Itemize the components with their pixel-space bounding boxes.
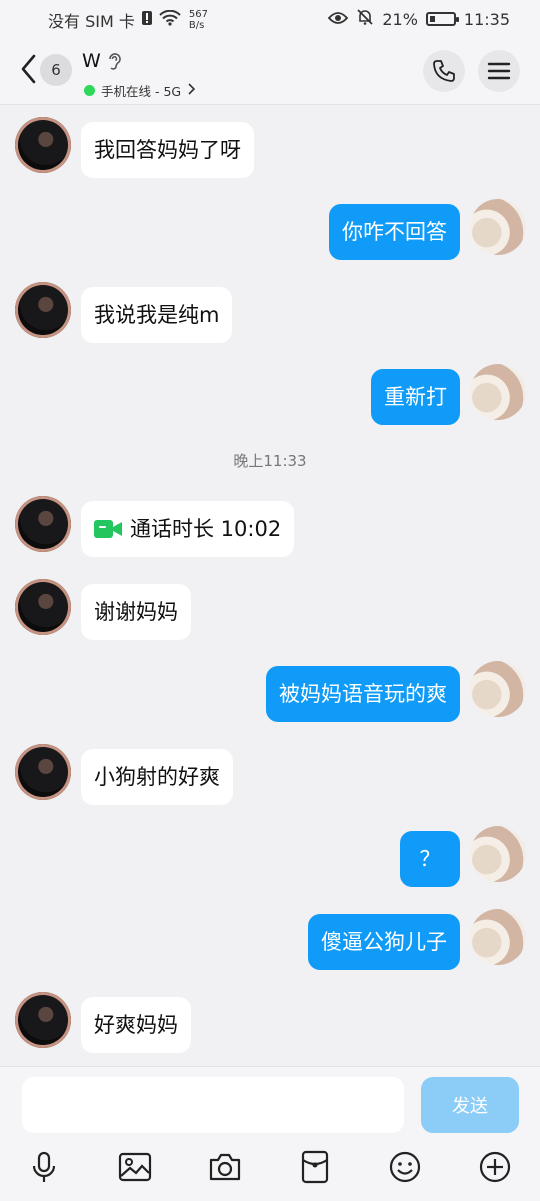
network-speed-value: 567	[188, 9, 208, 20]
video-call-icon	[94, 520, 122, 538]
battery-icon	[425, 12, 459, 26]
outgoing-message[interactable]: 被妈妈语音玩的爽	[266, 666, 460, 722]
my-avatar[interactable]	[470, 661, 526, 717]
clock: 11:35	[463, 9, 510, 29]
my-avatar[interactable]	[470, 199, 526, 255]
incoming-message[interactable]: 我说我是纯m	[81, 287, 233, 343]
video-call-record[interactable]: 通话时长 10:02	[81, 501, 295, 557]
contact-avatar[interactable]	[15, 744, 71, 800]
my-avatar[interactable]	[470, 826, 526, 882]
emoji-icon[interactable]	[388, 1150, 422, 1184]
wifi-icon	[159, 9, 181, 30]
red-packet-icon[interactable]	[298, 1150, 332, 1184]
contact-avatar[interactable]	[15, 579, 71, 635]
incoming-message[interactable]: 谢谢妈妈	[81, 584, 191, 640]
chevron-right-icon	[187, 83, 196, 98]
incoming-message[interactable]: 小狗射的好爽	[81, 749, 233, 805]
online-status[interactable]: 手机在线 - 5G	[84, 81, 196, 100]
message-timestamp: 晚上11:33	[233, 452, 307, 470]
my-avatar[interactable]	[470, 909, 526, 965]
chat-header: 6 W 手机在线 - 5G	[0, 36, 540, 105]
battery-fill	[429, 16, 435, 22]
microphone-icon[interactable]	[27, 1150, 61, 1184]
outgoing-message[interactable]: 傻逼公狗儿子	[308, 914, 460, 970]
incoming-message[interactable]: 好爽妈妈	[81, 997, 191, 1053]
contact-name[interactable]: W	[82, 50, 101, 72]
contact-avatar[interactable]	[15, 282, 71, 338]
battery-percent: 21%	[382, 9, 418, 29]
network-speed: 567 B/s	[189, 9, 208, 31]
message-input[interactable]	[22, 1077, 404, 1133]
status-bar: 没有 SIM 卡 567 B/s 21% 11:35	[0, 0, 540, 36]
phone-icon	[433, 60, 455, 82]
online-dot	[84, 85, 95, 96]
network-speed-unit: B/s	[188, 20, 205, 31]
carrier-text: 没有 SIM 卡	[48, 12, 135, 31]
back-chevron-icon[interactable]	[18, 52, 40, 86]
menu-button[interactable]	[478, 50, 520, 92]
video-call-duration: 通话时长 10:02	[130, 517, 282, 541]
menu-icon	[487, 62, 511, 80]
add-icon[interactable]	[478, 1150, 512, 1184]
mute-bell-icon	[356, 8, 374, 30]
online-status-text: 手机在线 - 5G	[101, 84, 182, 99]
eye-icon	[328, 10, 349, 29]
outgoing-message[interactable]: ？	[400, 831, 460, 887]
incoming-message[interactable]: 我回答妈妈了呀	[81, 122, 254, 178]
ear-icon	[109, 53, 121, 70]
call-button[interactable]	[423, 50, 465, 92]
my-avatar[interactable]	[470, 364, 526, 420]
contact-avatar[interactable]	[15, 992, 71, 1048]
camera-icon[interactable]	[208, 1150, 242, 1184]
image-icon[interactable]	[118, 1150, 152, 1184]
contact-avatar[interactable]	[15, 117, 71, 173]
outgoing-message[interactable]: 重新打	[371, 369, 460, 425]
outgoing-message[interactable]: 你咋不回答	[329, 204, 460, 260]
input-area: 发送	[0, 1066, 540, 1201]
send-button[interactable]: 发送	[421, 1077, 519, 1133]
contact-avatar[interactable]	[15, 496, 71, 552]
unread-count-badge[interactable]: 6	[40, 54, 72, 86]
sim-alert-icon	[141, 10, 153, 30]
